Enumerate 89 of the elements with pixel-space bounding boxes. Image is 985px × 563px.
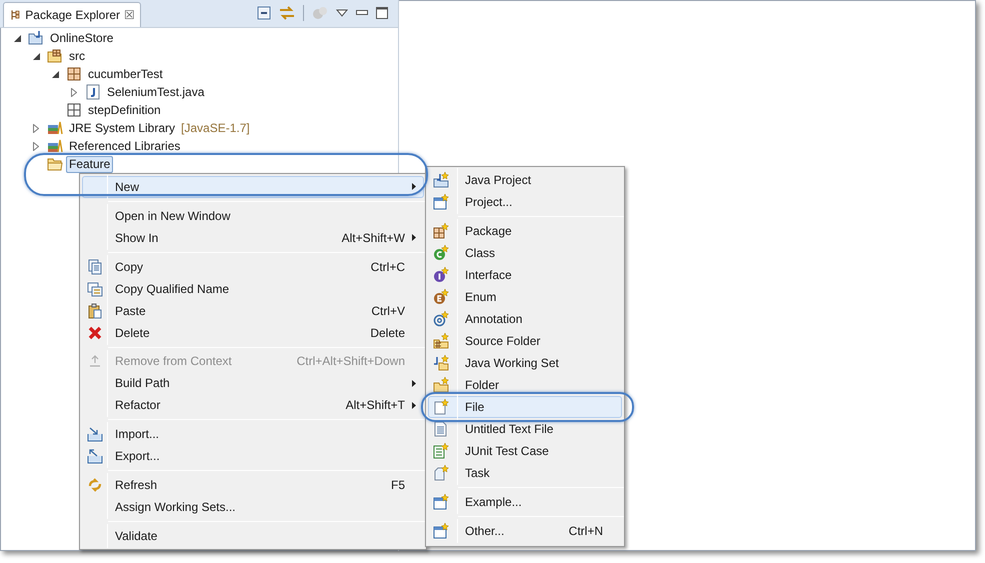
new-interface-icon xyxy=(433,267,449,283)
new-working-set-icon xyxy=(433,355,449,371)
menu-item[interactable]: Show In Alt+Shift+W xyxy=(82,226,424,249)
view-tab[interactable]: Package Explorer ☒ xyxy=(3,2,141,27)
menu-item[interactable]: Copy Ctrl+C xyxy=(82,256,424,278)
maximize-icon[interactable] xyxy=(376,7,388,19)
tab-title: Package Explorer xyxy=(25,7,120,24)
tree-item[interactable]: src xyxy=(66,48,88,64)
submenu-arrow-icon xyxy=(412,380,416,387)
new-class-icon xyxy=(433,245,449,261)
new-task-icon xyxy=(433,465,449,481)
menu-item[interactable]: Delete Delete xyxy=(82,322,424,344)
new-package-icon xyxy=(433,223,449,239)
submenu-arrow-icon xyxy=(412,402,416,409)
submenu-arrow-icon xyxy=(412,183,416,190)
submenu-arrow-icon xyxy=(412,234,416,242)
refresh-icon xyxy=(87,477,103,494)
menu-item[interactable]: Folder xyxy=(428,374,622,396)
tree-item[interactable]: Feature xyxy=(66,156,114,172)
menu-item[interactable]: Open in New Window xyxy=(82,204,424,227)
menu-item[interactable]: Refresh F5 xyxy=(82,474,424,496)
menu-item[interactable]: Import... xyxy=(82,423,424,446)
menu-item[interactable]: Interface xyxy=(428,264,622,286)
export-icon xyxy=(87,448,103,464)
folder-icon xyxy=(47,156,63,172)
menu-item[interactable]: Assign Working Sets... xyxy=(82,496,424,518)
menu-item[interactable]: Validate xyxy=(82,525,424,547)
expanded-icon[interactable] xyxy=(14,34,20,42)
collapsed-icon[interactable] xyxy=(33,142,39,150)
menu-item[interactable]: Enum xyxy=(428,286,622,308)
menu-item[interactable]: Build Path xyxy=(82,372,424,394)
source-folder-icon xyxy=(47,48,63,64)
new-window-icon xyxy=(433,194,449,210)
new-window-icon xyxy=(433,523,449,539)
package-icon xyxy=(66,66,82,82)
dropdown-icon[interactable] xyxy=(336,9,348,17)
menu-item[interactable]: Other... Ctrl+N xyxy=(428,520,622,542)
import-icon xyxy=(87,426,103,442)
close-icon xyxy=(87,324,103,341)
menu-item[interactable]: Example... xyxy=(428,491,622,513)
expanded-icon[interactable] xyxy=(32,52,40,60)
new-source-folder-icon xyxy=(433,333,449,349)
menu-item[interactable]: Source Folder xyxy=(428,330,622,352)
hierarchy-icon xyxy=(9,8,22,22)
project-folder-icon xyxy=(28,30,44,46)
menu-item[interactable]: Annotation xyxy=(428,308,622,330)
menu-item[interactable]: JUnit Test Case xyxy=(428,440,622,462)
new-java-project-icon xyxy=(433,172,449,188)
minimize-icon[interactable] xyxy=(356,10,368,16)
menu-item[interactable]: Export... xyxy=(82,445,424,468)
tree-item[interactable]: stepDefinition xyxy=(85,102,164,118)
expanded-icon[interactable] xyxy=(52,70,58,78)
menu-item[interactable]: File xyxy=(428,396,622,418)
close-button[interactable]: ☒ xyxy=(124,6,135,24)
new-window-icon xyxy=(433,494,449,510)
books-icon xyxy=(47,120,63,136)
menu-item[interactable]: Copy Qualified Name xyxy=(82,278,424,300)
menu-item[interactable]: Package xyxy=(428,220,622,242)
clipboard-icon xyxy=(87,302,103,319)
menu-item[interactable]: Class xyxy=(428,242,622,264)
tree-item[interactable]: JRE System Library xyxy=(66,120,178,136)
tree-item[interactable]: OnlineStore xyxy=(47,30,116,46)
new-file-icon xyxy=(433,399,449,415)
collapse-all-icon[interactable] xyxy=(257,6,271,20)
tree-item[interactable]: cucumberTest xyxy=(85,66,166,82)
new-enum-icon xyxy=(433,289,449,305)
tree-decoration: [JavaSE-1.7] xyxy=(181,120,250,137)
tree-item[interactable]: Referenced Libraries xyxy=(66,138,184,154)
menu-item[interactable]: Paste Ctrl+V xyxy=(82,300,424,322)
java-file-icon xyxy=(85,84,101,100)
package-icon xyxy=(66,102,82,118)
copy-icon xyxy=(87,258,103,275)
tree-item[interactable]: SeleniumTest.java xyxy=(104,84,208,100)
books-icon xyxy=(47,138,63,154)
text-file-icon xyxy=(433,421,449,437)
menu-item[interactable]: Refactor Alt+Shift+T xyxy=(82,394,424,416)
new-annotation-icon xyxy=(433,311,449,327)
menu-item[interactable]: New xyxy=(82,176,424,198)
collapsed-icon[interactable] xyxy=(33,124,39,132)
menu-item[interactable]: Untitled Text File xyxy=(428,418,622,440)
menu-item[interactable]: Task xyxy=(428,462,622,484)
copy-icon xyxy=(87,280,103,297)
new-test-case-icon xyxy=(433,443,449,459)
menu-item[interactable]: Java Working Set xyxy=(428,352,622,374)
remove-icon xyxy=(87,353,103,370)
menu-item[interactable]: Project... xyxy=(428,191,622,213)
menu-item[interactable]: Java Project xyxy=(428,169,622,191)
new-folder-icon xyxy=(433,377,449,393)
collapsed-icon[interactable] xyxy=(71,88,77,96)
